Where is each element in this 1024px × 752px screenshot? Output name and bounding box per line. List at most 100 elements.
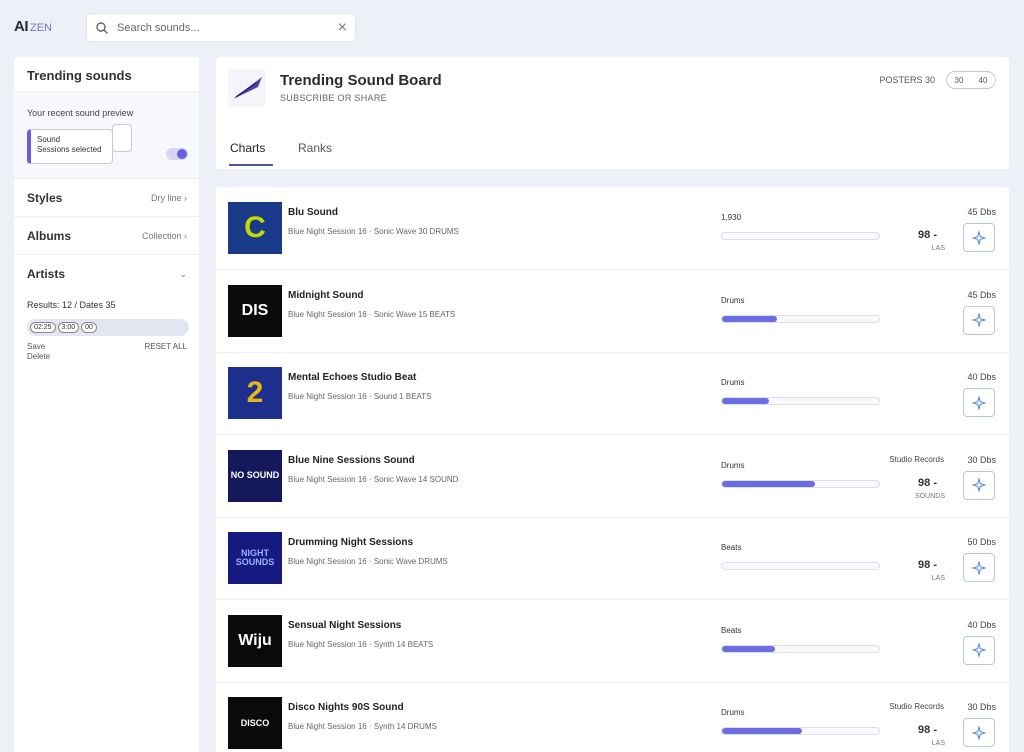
sparkle-icon <box>972 478 986 492</box>
label-name: Studio Records <box>889 702 944 711</box>
sound-subtitle: Blue Night Session 16 · Sonic Wave 14 SO… <box>288 474 459 484</box>
level-value: 40 Dbs <box>967 372 996 382</box>
rating-value: 98 - <box>918 229 937 241</box>
box-line-1: Sound <box>37 135 61 144</box>
pill-right[interactable]: 40 <box>979 76 988 85</box>
sparkle-icon <box>972 643 986 657</box>
rating-unit: LAS <box>931 245 945 252</box>
thumbnail-text: C <box>244 211 266 244</box>
album-thumbnail[interactable]: DIS <box>228 284 282 337</box>
play-button[interactable] <box>963 388 995 417</box>
board-header: Trending Sound Board SUBSCRIBE OR SHARE … <box>216 57 1009 169</box>
rating-value: 98 - <box>918 559 937 571</box>
list-item[interactable]: DISCO Disco Nights 90S Sound Blue Night Se… <box>216 682 1009 752</box>
level-value: 30 Dbs <box>967 454 996 465</box>
page-title: Trending Sound Board <box>280 72 442 89</box>
filter-albums[interactable]: Albums Collection › <box>27 229 187 243</box>
rating-unit: SOUNDS <box>915 492 945 500</box>
sound-subtitle: Blue Night Session 16 · Sound 1 BEATS <box>288 392 432 401</box>
list-item[interactable]: NIGHT SOUNDS Drumming Night Sessions Blue … <box>216 517 1009 600</box>
tab-ranks[interactable]: Ranks <box>298 141 332 155</box>
sparkle-icon <box>972 560 986 575</box>
sound-title[interactable]: Blu Sound <box>288 207 338 218</box>
board-icon <box>228 69 266 107</box>
album-thumbnail[interactable]: 2 <box>228 367 282 419</box>
close-icon[interactable]: × <box>338 19 347 36</box>
range-label: Results: 12 / Dates 35 <box>27 300 116 310</box>
filter-label: Styles <box>27 191 63 205</box>
filter-label: Artists <box>27 267 66 281</box>
delete-link[interactable]: Delete <box>27 352 50 362</box>
sidebar-actions: Save Delete <box>27 342 50 362</box>
rating-unit: LAS <box>931 575 945 582</box>
list-item[interactable]: 2 Mental Echoes Studio Beat Blue Night Ses… <box>216 352 1009 435</box>
progress-label: Drums <box>721 378 745 387</box>
range-chip[interactable]: 00 <box>81 322 97 333</box>
album-thumbnail[interactable]: Wiju <box>228 614 282 667</box>
progress-label: Drums <box>721 295 745 305</box>
sound-title[interactable]: Disco Nights 90S Sound <box>288 702 404 713</box>
tab-charts[interactable]: Charts <box>228 141 274 166</box>
play-button[interactable] <box>963 305 995 335</box>
play-button[interactable] <box>963 223 995 252</box>
range-chip[interactable]: 02:25 <box>30 322 56 333</box>
progress-fill <box>722 398 770 404</box>
list-item[interactable]: DIS Midnight Sound Blue Night Session 16 ·… <box>216 270 1009 353</box>
progress-label: Drums <box>721 708 745 717</box>
label-name: Studio Records <box>889 454 944 464</box>
thumbnail-text: DIS <box>241 301 269 319</box>
view-toggle-pill[interactable]: 30 40 <box>946 71 996 89</box>
chevron-down-icon[interactable]: ⌄ <box>179 269 187 280</box>
range-slider[interactable]: 02:25 3:00 00 <box>27 319 189 336</box>
progress-bar <box>721 562 880 570</box>
search-bar[interactable]: Search sounds... × <box>86 13 356 42</box>
list-item[interactable]: NO SOUND Blue Nine Sessions Sound Blue Nig… <box>216 435 1009 518</box>
filter-artists[interactable]: Artists ⌄ <box>27 267 187 281</box>
album-thumbnail[interactable]: NIGHT SOUNDS <box>228 532 282 584</box>
sparkle-icon <box>972 395 986 410</box>
level-value: 30 Dbs <box>967 702 996 712</box>
play-button[interactable] <box>963 553 995 582</box>
card-tab <box>112 124 132 152</box>
save-link[interactable]: Save <box>27 342 50 352</box>
sound-title[interactable]: Midnight Sound <box>288 290 364 301</box>
search-input[interactable]: Search sounds... <box>117 22 338 34</box>
card-label: Your recent sound preview <box>27 108 134 118</box>
pill-left[interactable]: 30 <box>955 76 964 85</box>
album-thumbnail[interactable]: C <box>228 202 282 254</box>
sound-title[interactable]: Blue Nine Sessions Sound <box>288 455 415 466</box>
play-button[interactable] <box>963 635 995 665</box>
level-value: 40 Dbs <box>967 619 996 630</box>
progress-fill <box>722 480 815 487</box>
thumbnail-text: NIGHT SOUNDS <box>235 548 275 567</box>
filter-styles[interactable]: Styles Dry line › <box>27 191 187 205</box>
divider <box>14 254 199 255</box>
sidebar: Trending sounds Your recent sound previe… <box>14 57 199 752</box>
thumbnail-text: NO SOUND <box>230 470 280 480</box>
rating-value: 98 - <box>918 724 937 736</box>
preview-toggle[interactable] <box>166 148 188 160</box>
level-value: 50 Dbs <box>967 537 996 547</box>
range-chip[interactable]: 3:00 <box>57 322 80 333</box>
sparkle-icon <box>972 230 986 245</box>
list-item[interactable]: Wiju Sensual Night Sessions Blue Night Ses… <box>216 600 1009 683</box>
sound-subtitle: Blue Night Session 16 · Synth 14 DRUMS <box>288 722 437 731</box>
sound-subtitle: Blue Night Session 16 · Sonic Wave DRUMS <box>288 557 448 566</box>
sound-title[interactable]: Drumming Night Sessions <box>288 537 413 548</box>
album-thumbnail[interactable]: DISCO <box>228 697 282 749</box>
recent-preview-card: Your recent sound preview Sound Sessions… <box>14 91 199 179</box>
app-logo[interactable]: AI ZEN <box>14 18 52 35</box>
page-subtitle: SUBSCRIBE OR SHARE <box>280 93 387 103</box>
sound-preview-box[interactable]: Sound Sessions selected <box>27 129 113 164</box>
level-value: 45 Dbs <box>967 289 996 300</box>
progress-bar <box>721 727 880 735</box>
sound-title[interactable]: Mental Echoes Studio Beat <box>288 372 416 383</box>
progress-label: Beats <box>721 625 742 635</box>
play-button[interactable] <box>963 470 995 500</box>
reset-all-link[interactable]: RESET ALL <box>144 342 187 351</box>
progress-bar <box>721 397 880 405</box>
play-button[interactable] <box>963 718 995 747</box>
album-thumbnail[interactable]: NO SOUND <box>228 449 282 502</box>
sound-title[interactable]: Sensual Night Sessions <box>288 620 401 631</box>
list-item[interactable]: C Blu Sound Blue Night Session 16 · Sonic … <box>216 187 1009 270</box>
